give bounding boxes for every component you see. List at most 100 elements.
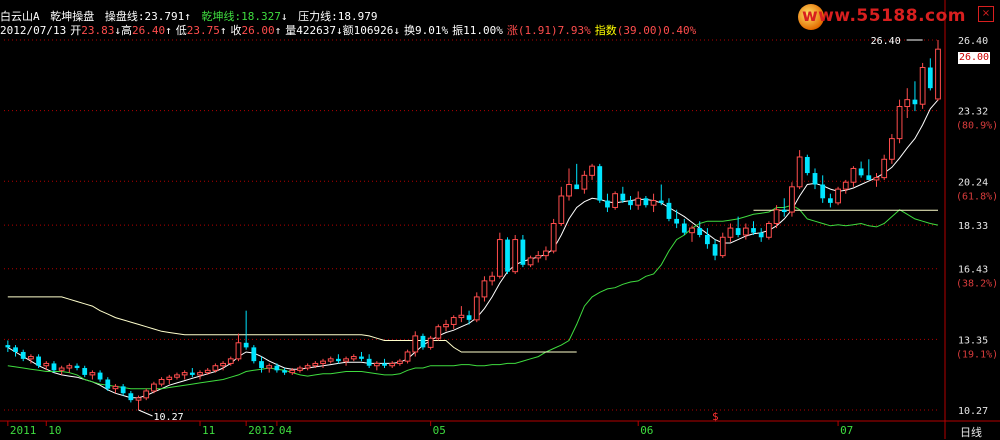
amplitude-value: 11.00% xyxy=(463,24,503,37)
y-tick-label: 23.32 xyxy=(958,107,988,118)
volume-label: 量 xyxy=(285,24,297,37)
period-label[interactable]: 日线 xyxy=(960,424,982,440)
candle-body xyxy=(412,335,419,353)
candle-body xyxy=(105,379,111,389)
candle-body xyxy=(773,209,780,225)
up-arrow-icon: ↑ xyxy=(184,10,191,23)
candle-body xyxy=(366,358,372,366)
pressure-line-label: 压力线: xyxy=(298,10,338,23)
candle-body xyxy=(742,227,749,236)
candle-body xyxy=(66,365,73,369)
stock-name[interactable]: 白云山A xyxy=(0,10,40,23)
candle-body xyxy=(881,158,888,179)
candle-body xyxy=(466,315,472,320)
x-tick-label: 2012 xyxy=(248,424,274,437)
candle-body xyxy=(74,365,80,369)
y-tick-label: 13.35 xyxy=(958,335,988,346)
candle-body xyxy=(274,365,280,371)
candle-body xyxy=(212,365,219,371)
candle-body xyxy=(727,227,734,238)
candle-body xyxy=(404,351,411,362)
close-icon[interactable]: × xyxy=(978,6,994,22)
candle-body xyxy=(520,239,526,265)
y-tick-label: 10.27 xyxy=(958,406,988,417)
candle-body xyxy=(128,393,134,401)
candle-body xyxy=(781,209,787,213)
candle-body xyxy=(620,193,626,201)
candle-body xyxy=(359,356,364,359)
candle-body xyxy=(243,342,249,348)
operating-line-label: 操盘线: xyxy=(104,10,145,23)
candle-body xyxy=(174,374,180,378)
candle-body xyxy=(89,372,96,376)
close-arrow-icon: ↑ xyxy=(274,24,282,37)
y-tick-percent: (19.1%) xyxy=(956,349,998,360)
candle-body xyxy=(912,99,918,105)
candle-body xyxy=(827,198,833,203)
index-value: (39.00)0.40% xyxy=(616,24,697,37)
candle-body xyxy=(5,345,11,348)
candle-body xyxy=(751,228,756,233)
x-tick-label: 10 xyxy=(48,424,61,437)
x-tick-label: 05 xyxy=(433,424,446,437)
candle-body xyxy=(420,335,426,348)
low-annotation: 10.27 xyxy=(154,412,184,423)
operating-line xyxy=(7,99,939,399)
candle-body xyxy=(674,218,680,224)
candle-body xyxy=(574,184,580,190)
candle-body xyxy=(866,175,872,180)
candle-body xyxy=(558,195,565,225)
high-arrow-icon: ↑ xyxy=(165,24,172,37)
candle-body xyxy=(835,188,841,204)
candle-body xyxy=(327,358,334,362)
high-value: 26.40 xyxy=(131,24,166,37)
candle-body xyxy=(666,202,672,219)
candle-body xyxy=(605,200,610,208)
y-tick-label: 18.33 xyxy=(958,221,988,232)
indicator-header: 白云山A 乾坤操盘 操盘线:23.791↑ 乾坤线:18.327↓ 压力线:18… xyxy=(0,10,378,24)
candle-body xyxy=(304,365,311,369)
candle-body xyxy=(158,378,165,385)
candle-body xyxy=(689,227,695,234)
candle-body xyxy=(496,239,503,277)
amount-arrow-icon: ↓ xyxy=(393,24,400,37)
candle-body xyxy=(389,362,396,367)
candle-body xyxy=(697,228,703,235)
candle-body xyxy=(473,296,480,321)
high-label: 高 xyxy=(120,24,132,37)
candle-body xyxy=(505,239,510,272)
candle-body xyxy=(543,250,549,257)
candle-body xyxy=(312,362,319,367)
candle-body xyxy=(804,156,810,174)
candle-body xyxy=(259,361,264,369)
candle-body xyxy=(650,200,657,206)
indicator-name[interactable]: 乾坤操盘 xyxy=(50,10,94,23)
candle-body xyxy=(297,367,303,371)
kline-chart[interactable]: 26.40 23.32 (80.9%) 20.24 (61.8%) 18.33 16.43 (… xyxy=(0,0,1000,439)
candle-body xyxy=(489,275,496,282)
operating-line-value: 23.791 xyxy=(144,10,185,23)
low-arrow-icon: ↑ xyxy=(219,24,227,37)
candle-body xyxy=(935,48,941,100)
candle-body xyxy=(612,193,619,208)
x-tick-label: 07 xyxy=(840,424,853,437)
candle-body xyxy=(719,236,726,257)
close-label: 收 xyxy=(230,24,242,37)
qiankun-line xyxy=(7,204,939,390)
candle-body xyxy=(36,356,41,366)
quote-date: 2012/07/13 xyxy=(0,24,67,37)
candle-body xyxy=(43,362,50,367)
candle-body xyxy=(112,385,119,390)
candle-body xyxy=(189,372,195,375)
candle-body xyxy=(919,67,926,105)
candle-body xyxy=(712,244,718,256)
candle-body xyxy=(681,223,687,233)
candle-body xyxy=(765,223,772,238)
candle-body xyxy=(266,365,273,369)
candle-body xyxy=(589,165,595,176)
candle-body xyxy=(320,360,326,364)
candle-body xyxy=(527,257,534,266)
candle-body xyxy=(458,314,465,319)
candle-body xyxy=(550,223,557,252)
candle-body xyxy=(789,186,795,213)
